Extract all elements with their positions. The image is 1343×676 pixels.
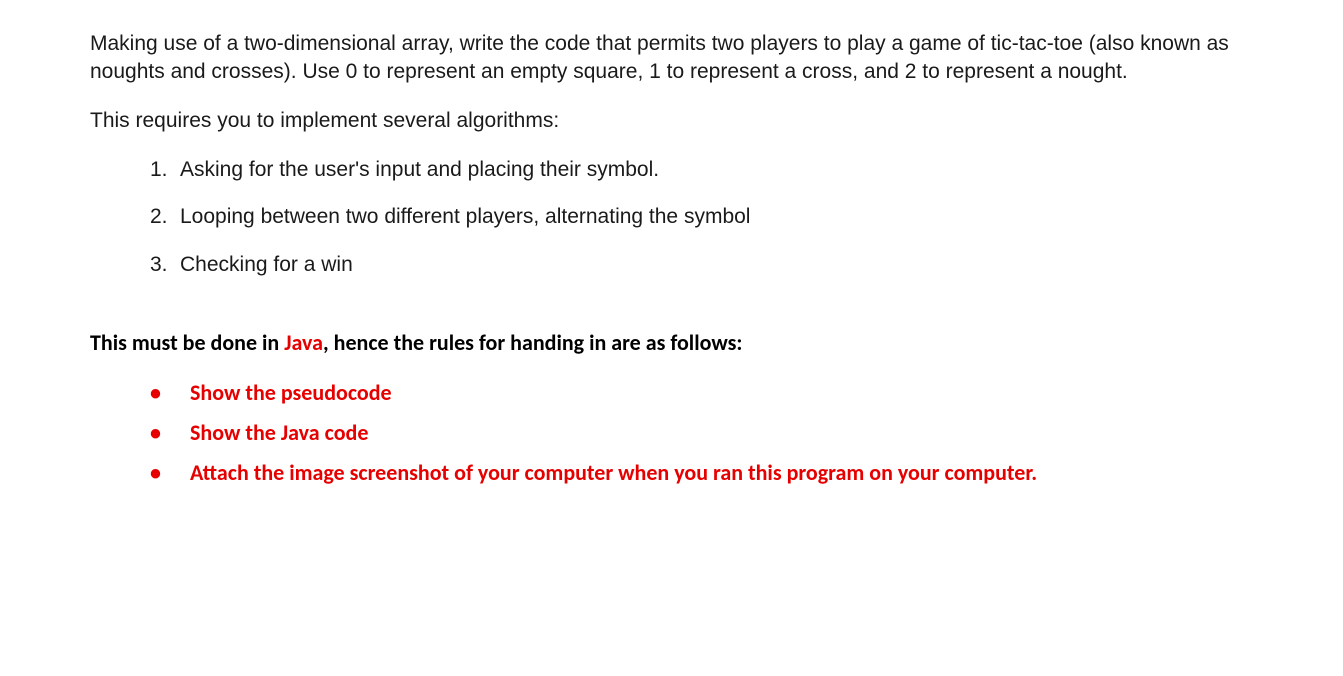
intro-paragraph-1: Making use of a two-dimensional array, w…	[90, 30, 1253, 87]
algorithm-item-2: Looping between two different players, a…	[150, 202, 1253, 231]
requirements-list: Show the pseudocode Show the Java code A…	[150, 378, 1253, 487]
algorithm-item-3: Checking for a win	[150, 250, 1253, 279]
instruction-prefix: This must be done in	[90, 329, 284, 356]
requirement-item-3: Attach the image screenshot of your comp…	[150, 458, 1253, 488]
instruction-highlight: Java	[284, 329, 323, 356]
algorithms-list: Asking for the user's input and placing …	[150, 155, 1253, 279]
instruction-line: This must be done in Java, hence the rul…	[90, 329, 1253, 356]
requirement-item-1: Show the pseudocode	[150, 378, 1253, 408]
intro-paragraph-2: This requires you to implement several a…	[90, 107, 1253, 135]
instruction-suffix: , hence the rules for handing in are as …	[323, 329, 742, 356]
algorithm-item-1: Asking for the user's input and placing …	[150, 155, 1253, 184]
requirement-item-2: Show the Java code	[150, 418, 1253, 448]
